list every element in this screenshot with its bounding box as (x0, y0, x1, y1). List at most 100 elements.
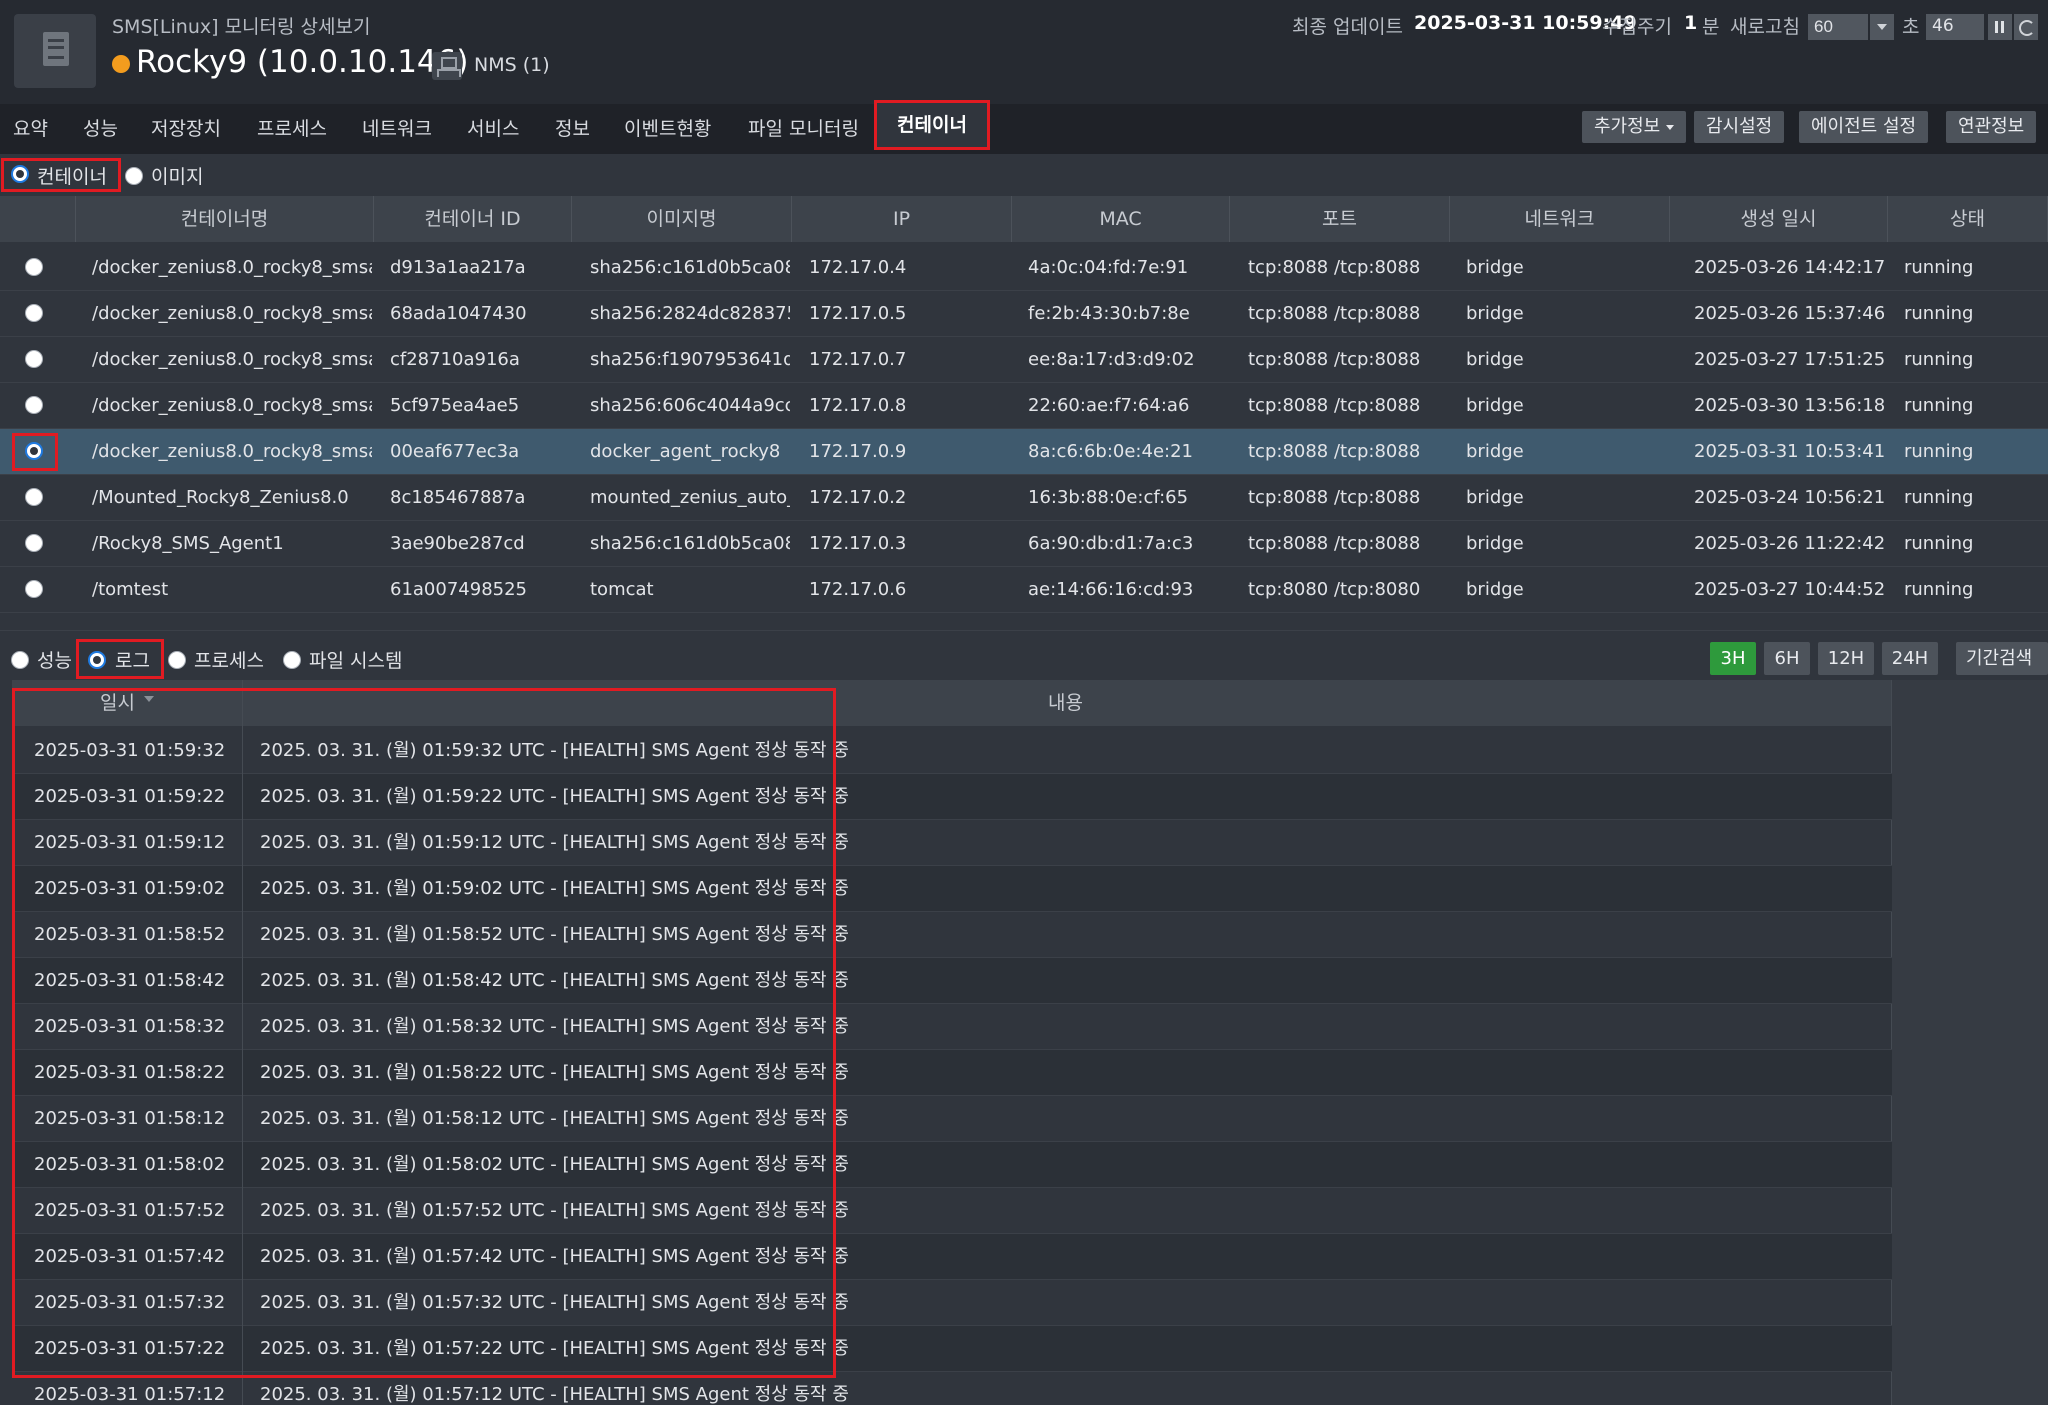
range-3h-button[interactable]: 3H (1710, 642, 1756, 675)
chevron-down-icon[interactable] (1870, 14, 1894, 40)
refresh-interval-input[interactable] (1808, 14, 1868, 40)
column-header-mac[interactable]: MAC (1012, 196, 1230, 242)
range-24h-button[interactable]: 24H (1882, 642, 1938, 675)
seconds-label: 초 (1902, 16, 1920, 38)
extra-info-label: 추가정보 (1594, 116, 1661, 137)
agent-settings-button[interactable]: 에이전트 설정 (1799, 111, 1929, 143)
table-row[interactable]: /Mounted_Rocky8_Zenius8.0 8c185467887a mou… (0, 475, 2048, 521)
extra-info-dropdown[interactable]: 추가정보 (1582, 111, 1687, 143)
table-row[interactable]: /docker_zenius8.0_rocky8_smsagent 00eaf67… (0, 429, 2048, 475)
log-datetime: 2025-03-31 01:57:52 (34, 1200, 226, 1221)
table-cell: 172.17.0.7 (809, 349, 907, 370)
row-select-radio[interactable] (25, 350, 43, 368)
list-item[interactable]: 2025-03-31 01:58:52 2025. 03. 31. (월) 01:… (12, 912, 1892, 958)
table-row[interactable]: /Rocky8_SMS_Agent1 3ae90be287cd sha256:c16… (0, 521, 2048, 567)
row-select-radio[interactable] (25, 488, 43, 506)
radio-log[interactable] (88, 651, 106, 669)
table-cell: tcp:8088 /tcp:8088 (1248, 533, 1421, 554)
tab-summary[interactable]: 요약 (13, 104, 48, 154)
network-topology-icon[interactable] (432, 52, 462, 80)
tab-process[interactable]: 프로세스 (257, 104, 327, 154)
table-row[interactable]: /docker_zenius8.0_rocky8_smsagent d913a1a… (0, 245, 2048, 291)
table-row[interactable]: /docker_zenius8.0_rocky8_smsagent cf28710… (0, 337, 2048, 383)
radio-container[interactable] (11, 165, 29, 183)
table-cell: 2025-03-26 14:42:17 (1694, 257, 1884, 278)
list-item[interactable]: 2025-03-31 01:57:32 2025. 03. 31. (월) 01:… (12, 1280, 1892, 1326)
log-message: 2025. 03. 31. (월) 01:58:22 UTC - [HEALTH… (260, 1062, 849, 1083)
row-select-radio[interactable] (25, 580, 43, 598)
radio-filesystem[interactable] (283, 651, 301, 669)
related-info-button[interactable]: 연관정보 (1946, 111, 2037, 143)
tab-events[interactable]: 이벤트현황 (624, 104, 711, 154)
row-select-radio[interactable] (25, 258, 43, 276)
log-message: 2025. 03. 31. (월) 01:58:02 UTC - [HEALTH… (260, 1154, 849, 1175)
tab-performance[interactable]: 성능 (83, 104, 118, 154)
nms-link[interactable]: NMS (1) (474, 54, 550, 76)
column-header-status[interactable]: 상태 (1888, 196, 2048, 242)
refresh-icon[interactable] (2014, 14, 2038, 40)
column-header-content[interactable]: 내용 (1048, 680, 1083, 726)
list-item[interactable]: 2025-03-31 01:57:22 2025. 03. 31. (월) 01:… (12, 1326, 1892, 1372)
table-cell: sha256:c161d0b5ca0864 (590, 533, 790, 554)
row-select-radio[interactable] (25, 304, 43, 322)
tab-network[interactable]: 네트워크 (362, 104, 432, 154)
table-cell: 172.17.0.8 (809, 395, 907, 416)
radio-image[interactable] (125, 167, 143, 185)
table-row[interactable]: /docker_zenius8.0_rocky8_smsagent 5cf975e… (0, 383, 2048, 429)
column-header-port[interactable]: 포트 (1230, 196, 1450, 242)
table-cell: ee:8a:17:d3:d9:02 (1028, 349, 1195, 370)
list-item[interactable]: 2025-03-31 01:58:22 2025. 03. 31. (월) 01:… (12, 1050, 1892, 1096)
radio-performance[interactable] (11, 651, 29, 669)
row-select-radio[interactable] (25, 534, 43, 552)
list-item[interactable]: 2025-03-31 01:57:52 2025. 03. 31. (월) 01:… (12, 1188, 1892, 1234)
column-header-id[interactable]: 컨테이너 ID (374, 196, 572, 242)
table-cell: 2025-03-30 13:56:18 (1694, 395, 1884, 416)
tab-container[interactable]: 컨테이너 (874, 100, 990, 150)
range-12h-button[interactable]: 12H (1818, 642, 1874, 675)
table-cell: 3ae90be287cd (390, 533, 525, 554)
log-datetime: 2025-03-31 01:59:22 (34, 786, 226, 807)
table-cell: /docker_zenius8.0_rocky8_smsagent (92, 257, 372, 278)
column-header-name[interactable]: 컨테이너명 (76, 196, 374, 242)
column-header-network[interactable]: 네트워크 (1450, 196, 1670, 242)
range-6h-button[interactable]: 6H (1764, 642, 1810, 675)
list-item[interactable]: 2025-03-31 01:58:02 2025. 03. 31. (월) 01:… (12, 1142, 1892, 1188)
column-header-datetime[interactable]: 일시 (100, 680, 135, 726)
column-header-created[interactable]: 생성 일시 (1670, 196, 1888, 242)
list-item[interactable]: 2025-03-31 01:57:42 2025. 03. 31. (월) 01:… (12, 1234, 1892, 1280)
row-select-radio[interactable] (25, 442, 43, 460)
pause-icon[interactable] (1988, 14, 2012, 40)
log-datetime: 2025-03-31 01:57:42 (34, 1246, 226, 1267)
list-item[interactable]: 2025-03-31 01:59:12 2025. 03. 31. (월) 01:… (12, 820, 1892, 866)
table-row[interactable]: /tomtest 61a007498525 tomcat 172.17.0.6 ae:1… (0, 567, 2048, 613)
column-header-image[interactable]: 이미지명 (572, 196, 792, 242)
list-item[interactable]: 2025-03-31 01:57:12 2025. 03. 31. (월) 01:… (12, 1372, 1892, 1405)
tab-file-monitoring[interactable]: 파일 모니터링 (748, 104, 859, 154)
list-item[interactable]: 2025-03-31 01:58:32 2025. 03. 31. (월) 01:… (12, 1004, 1892, 1050)
table-cell: running (1904, 303, 1974, 324)
list-item[interactable]: 2025-03-31 01:59:02 2025. 03. 31. (월) 01:… (12, 866, 1892, 912)
page-subtitle: SMS[Linux] 모니터링 상세보기 (112, 16, 371, 38)
log-datetime: 2025-03-31 01:58:22 (34, 1062, 226, 1083)
tab-storage[interactable]: 저장장치 (151, 104, 221, 154)
tab-info[interactable]: 정보 (555, 104, 590, 154)
monitor-settings-button[interactable]: 감시설정 (1694, 111, 1785, 143)
radio-image-label: 이미지 (151, 166, 204, 188)
tab-service[interactable]: 서비스 (467, 104, 519, 154)
list-item[interactable]: 2025-03-31 01:59:32 2025. 03. 31. (월) 01:… (12, 728, 1892, 774)
list-item[interactable]: 2025-03-31 01:58:42 2025. 03. 31. (월) 01:… (12, 958, 1892, 1004)
radio-filesystem-label: 파일 시스템 (309, 650, 403, 672)
radio-process-label: 프로세스 (194, 650, 264, 672)
list-item[interactable]: 2025-03-31 01:58:12 2025. 03. 31. (월) 01:… (12, 1096, 1892, 1142)
table-cell: 22:60:ae:f7:64:a6 (1028, 395, 1190, 416)
sort-icon[interactable] (144, 696, 154, 702)
column-header-ip[interactable]: IP (792, 196, 1012, 242)
table-row[interactable]: /docker_zenius8.0_rocky8_smsagent 68ada10… (0, 291, 2048, 337)
table-cell: mounted_zenius_auto_in (590, 487, 790, 508)
period-search-button[interactable]: 기간검색 (1956, 642, 2048, 675)
radio-process[interactable] (168, 651, 186, 669)
table-cell: sha256:606c4044a9cc628 (590, 395, 790, 416)
list-item[interactable]: 2025-03-31 01:59:22 2025. 03. 31. (월) 01:… (12, 774, 1892, 820)
table-cell: running (1904, 441, 1974, 462)
row-select-radio[interactable] (25, 396, 43, 414)
